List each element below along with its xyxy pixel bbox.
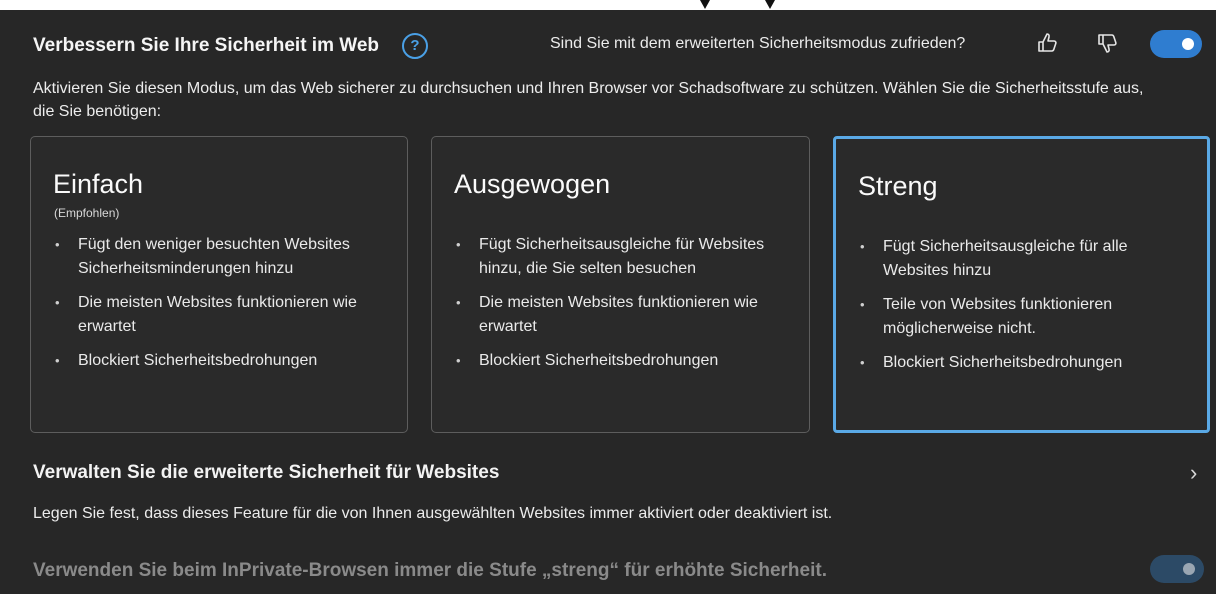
card-bullet: Die meisten Websites funktionieren wie e…: [53, 291, 393, 339]
section-description: Aktivieren Sie diesen Modus, um das Web …: [33, 80, 1144, 120]
card-bullet: Fügt den weniger besuchten Websites Sich…: [53, 233, 393, 281]
level-card-einfach[interactable]: Einfach (Empfohlen) Fügt den weniger bes…: [30, 136, 408, 433]
chevron-right-icon[interactable]: ›: [1190, 460, 1197, 486]
card-bullet-list: Fügt Sicherheitsausgleiche für alle Webs…: [858, 235, 1193, 385]
card-bullet: Die meisten Websites funktionieren wie e…: [454, 291, 795, 339]
card-title: Ausgewogen: [454, 169, 611, 199]
card-bullet: Fügt Sicherheitsausgleiche für alle Webs…: [858, 235, 1193, 283]
top-strip: [0, 0, 1216, 10]
toggle-knob: [1183, 563, 1195, 575]
card-bullet: Blockiert Sicherheitsbedrohungen: [454, 349, 795, 373]
level-card-ausgewogen[interactable]: Ausgewogen Fügt Sicherheitsausgleiche fü…: [431, 136, 810, 433]
card-title: Streng: [858, 171, 938, 201]
card-bullet-list: Fügt Sicherheitsausgleiche für Websites …: [454, 233, 795, 383]
header-row: Verbessern Sie Ihre Sicherheit im Web ? …: [33, 30, 1203, 62]
cropped-glyph: [700, 0, 710, 9]
thumbs-up-icon[interactable]: [1035, 30, 1061, 56]
card-title: Einfach: [53, 169, 144, 199]
inprivate-strict-label: Verwenden Sie beim InPrivate-Browsen imm…: [33, 560, 827, 581]
card-bullet-list: Fügt den weniger besuchten Websites Sich…: [53, 233, 393, 383]
feedback-question: Sind Sie mit dem erweiterten Sicherheits…: [550, 35, 966, 52]
section-title: Verbessern Sie Ihre Sicherheit im Web: [33, 35, 380, 56]
card-bullet: Blockiert Sicherheitsbedrohungen: [53, 349, 393, 373]
card-bullet: Blockiert Sicherheitsbedrohungen: [858, 351, 1193, 375]
level-card-streng[interactable]: Streng Fügt Sicherheitsausgleiche für al…: [833, 136, 1210, 433]
card-bullet: Teile von Websites funktionieren möglich…: [858, 293, 1193, 341]
inprivate-strict-toggle[interactable]: [1150, 555, 1204, 583]
cropped-glyph: [765, 0, 775, 9]
thumbs-down-icon[interactable]: [1095, 30, 1121, 56]
enhanced-security-toggle[interactable]: [1150, 30, 1202, 58]
question-circle-icon[interactable]: ?: [402, 33, 428, 59]
card-bullet: Fügt Sicherheitsausgleiche für Websites …: [454, 233, 795, 281]
manage-sites-description: Legen Sie fest, dass dieses Feature für …: [33, 505, 833, 522]
manage-sites-link[interactable]: Verwalten Sie die erweiterte Sicherheit …: [33, 462, 499, 484]
toggle-knob: [1182, 38, 1194, 50]
card-subtitle: (Empfohlen): [54, 206, 120, 220]
